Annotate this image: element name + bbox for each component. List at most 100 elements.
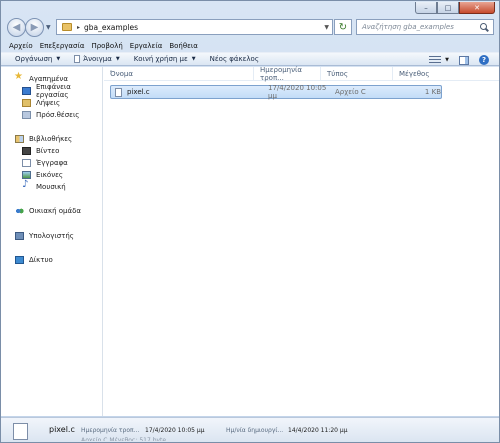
navigation-bar: ◀ ▶ ▼ ▸ gba_examples ▼ ↻ Αναζήτηση gba_e… [1, 14, 499, 40]
details-modified-label: Ημερομηνία τροπ... [81, 427, 140, 434]
sidebar-item-documents[interactable]: Έγγραφα [1, 157, 103, 169]
open-button[interactable]: Άνοιγμα ▼ [68, 55, 125, 63]
forward-button[interactable]: ▶ [25, 18, 44, 37]
caption-buttons: – □ ✕ [415, 2, 495, 14]
preview-pane-icon[interactable] [459, 55, 469, 65]
sidebar-item-libraries[interactable]: Βιβλιοθήκες [1, 133, 103, 145]
videos-icon [22, 147, 31, 155]
recent-pages-dropdown[interactable]: ▼ [46, 24, 51, 31]
menu-help[interactable]: Βοήθεια [169, 42, 198, 50]
sidebar-item-label: Έγγραφα [36, 159, 68, 167]
homegroup-group: Οικιακή ομάδα [1, 205, 103, 217]
sidebar-item-music[interactable]: Μουσική [1, 179, 103, 193]
organize-label: Οργάνωση [15, 55, 53, 63]
c-file-icon [115, 87, 122, 97]
address-dropdown[interactable]: ▼ [324, 24, 329, 31]
computer-group: Υπολογιστής [1, 230, 103, 242]
details-created-label: Ημ/νία δημιουργί... [226, 427, 284, 434]
column-header-type[interactable]: Τύπος [321, 67, 393, 81]
open-label: Άνοιγμα [83, 55, 112, 63]
column-header-date-modified[interactable]: Ημερομηνία τροπ... [254, 66, 321, 82]
change-view-icon[interactable] [429, 56, 442, 64]
c-file-icon [13, 423, 28, 440]
breadcrumb-separator[interactable]: ▸ [77, 24, 80, 31]
details-file-name: pixel.c [49, 425, 75, 434]
menu-file[interactable]: Αρχείο [9, 42, 33, 50]
sidebar-item-videos[interactable]: Βίντεο [1, 145, 103, 157]
organize-button[interactable]: Οργάνωση ▼ [9, 55, 66, 63]
menu-edit[interactable]: Επεξεργασία [40, 42, 85, 50]
favorites-group: Αγαπημένα Επιφάνεια εργασίας Λήψεις Πρόσ… [1, 71, 103, 121]
details-pane: pixel.c Ημερομηνία τροπ... 17/4/2020 10:… [1, 417, 499, 442]
chevron-down-icon: ▼ [191, 56, 196, 62]
libraries-group: Βιβλιοθήκες Βίντεο Έγγραφα Εικόνες Μουσι… [1, 133, 103, 193]
sidebar-item-label: Βιβλιοθήκες [29, 135, 73, 143]
explorer-window: – □ ✕ ◀ ▶ ▼ ▸ gba_examples ▼ ↻ Αναζήτηση… [0, 0, 500, 443]
content-area: Αγαπημένα Επιφάνεια εργασίας Λήψεις Πρόσ… [1, 66, 499, 416]
column-header-size[interactable]: Μέγεθος [393, 67, 439, 81]
menu-bar: Αρχείο Επεξεργασία Προβολή Εργαλεία Βοήθ… [1, 40, 499, 52]
share-with-button[interactable]: Κοινή χρήση με ▼ [128, 55, 202, 63]
chevron-down-icon: ▼ [115, 56, 120, 62]
details-size-line: Αρχείο C Μέγεθος: 517 byte [81, 437, 167, 441]
new-folder-label: Νέος φάκελος [209, 55, 259, 63]
view-controls: ▼ ? [429, 55, 489, 65]
menu-view[interactable]: Προβολή [91, 42, 122, 50]
help-icon[interactable]: ? [479, 55, 489, 65]
desktop-icon [22, 87, 31, 95]
search-icon[interactable] [480, 22, 489, 32]
libraries-icon [15, 135, 24, 143]
close-button[interactable]: ✕ [459, 2, 495, 14]
sidebar-item-label: Οικιακή ομάδα [29, 207, 82, 215]
sidebar-item-label: Βίντεο [36, 147, 60, 155]
column-header-name[interactable]: Όνομα [104, 67, 254, 81]
file-name: pixel.c [127, 88, 150, 96]
minimize-button[interactable]: – [415, 2, 437, 14]
column-headers: Όνομα Ημερομηνία τροπ... Τύπος Μέγεθος [104, 66, 499, 82]
sidebar-item-homegroup[interactable]: Οικιακή ομάδα [1, 205, 103, 217]
documents-icon [22, 159, 31, 167]
details-modified-value: 17/4/2020 10:05 μμ [145, 427, 205, 434]
network-group: Δίκτυο [1, 254, 103, 266]
star-icon [14, 71, 24, 83]
sidebar-item-pictures[interactable]: Εικόνες [1, 169, 103, 181]
chevron-down-icon: ▼ [56, 56, 61, 62]
file-date-modified: 17/4/2020 10:05 μμ [268, 84, 327, 100]
refresh-button[interactable]: ↻ [334, 19, 352, 35]
file-list-pane[interactable]: Όνομα Ημερομηνία τροπ... Τύπος Μέγεθος p… [104, 66, 499, 416]
file-type: Αρχείο C [335, 88, 366, 96]
sidebar-item-label: Εικόνες [36, 171, 64, 179]
pictures-icon [22, 171, 31, 179]
address-bar[interactable]: ▸ gba_examples ▼ [56, 19, 333, 35]
command-bar: Οργάνωση ▼ Άνοιγμα ▼ Κοινή χρήση με ▼ Νέ… [1, 52, 499, 66]
search-box[interactable]: Αναζήτηση gba_examples [356, 19, 494, 35]
music-icon [22, 179, 31, 191]
menu-tools[interactable]: Εργαλεία [130, 42, 163, 50]
recent-places-icon [22, 111, 31, 119]
sidebar-item-label: Μουσική [36, 183, 66, 191]
new-folder-button[interactable]: Νέος φάκελος [204, 55, 265, 63]
sidebar-item-label: Δίκτυο [29, 256, 53, 264]
view-options-dropdown[interactable]: ▼ [445, 57, 449, 63]
file-size: 1 KB [424, 88, 441, 96]
maximize-button[interactable]: □ [437, 2, 459, 14]
computer-icon [15, 232, 24, 240]
folder-icon [62, 23, 72, 31]
network-icon [15, 256, 24, 264]
navigation-pane[interactable]: Αγαπημένα Επιφάνεια εργασίας Λήψεις Πρόσ… [1, 67, 103, 416]
sidebar-item-label: Υπολογιστής [29, 232, 74, 240]
sidebar-item-computer[interactable]: Υπολογιστής [1, 230, 103, 242]
details-created-value: 14/4/2020 11:20 μμ [288, 427, 348, 434]
back-button[interactable]: ◀ [7, 18, 26, 37]
sidebar-item-label: Πρόσ.θέσεις [36, 111, 80, 119]
sidebar-item-label: Επιφάνεια εργασίας [36, 83, 71, 99]
table-row[interactable]: pixel.c 17/4/2020 10:05 μμ Αρχείο C 1 KB [110, 84, 442, 100]
sidebar-item-label: Λήψεις [36, 99, 61, 107]
search-input[interactable]: Αναζήτηση gba_examples [362, 23, 480, 31]
sidebar-item-network[interactable]: Δίκτυο [1, 254, 103, 266]
homegroup-icon [15, 207, 24, 215]
sidebar-item-recent-places[interactable]: Πρόσ.θέσεις [1, 109, 103, 121]
sidebar-item-desktop[interactable]: Επιφάνεια εργασίας [1, 83, 103, 99]
breadcrumb-current-folder[interactable]: gba_examples [84, 23, 138, 32]
file-icon [74, 55, 81, 63]
